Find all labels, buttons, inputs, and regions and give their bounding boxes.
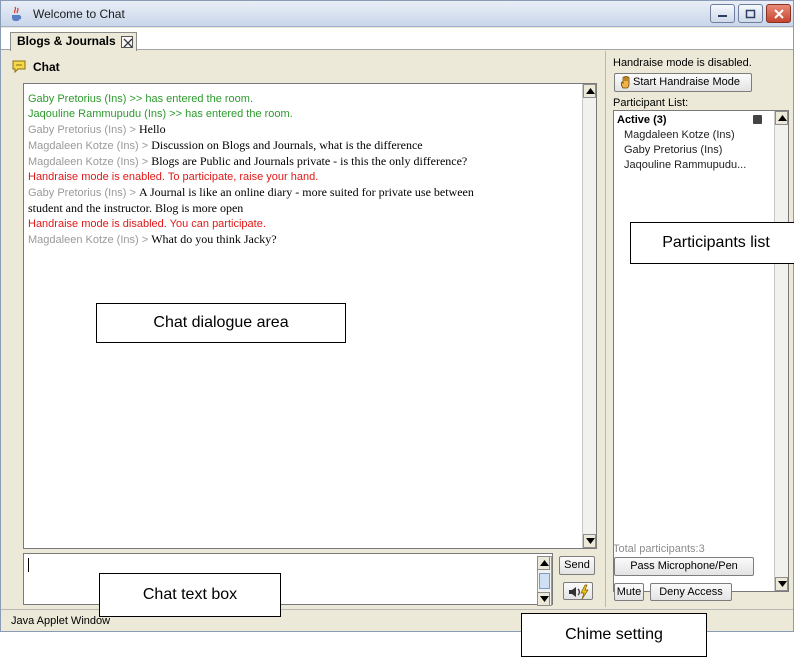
chime-setting-button[interactable] [563, 582, 593, 600]
arrow-down-icon [540, 596, 549, 602]
maximize-icon [745, 9, 756, 19]
speaker-chime-icon [569, 584, 589, 600]
chat-message: Magdaleen Kotze (Ins) > What do you thin… [28, 232, 580, 248]
chat-message: Jaqouline Rammupudu (Ins) >> has entered… [28, 108, 293, 120]
callout-chime: Chime setting [521, 613, 707, 657]
input-scrollbar[interactable] [537, 556, 552, 606]
participant-item[interactable]: Gaby Pretorius (Ins) [624, 144, 722, 156]
scroll-up-button[interactable] [775, 111, 788, 125]
minimize-button[interactable] [710, 4, 735, 23]
java-cup-icon [12, 6, 22, 21]
participant-scrollbar[interactable] [774, 111, 788, 591]
maximize-button[interactable] [738, 4, 763, 23]
scroll-down-button[interactable] [775, 577, 788, 591]
tab-strip: Blogs & Journals [1, 28, 793, 51]
chat-header-label: Chat [33, 60, 60, 74]
minimize-icon [718, 15, 727, 17]
message-list: Gaby Pretorius (Ins) >> has entered the … [28, 92, 580, 248]
speech-bubble-icon [12, 60, 26, 74]
chat-message: Magdaleen Kotze (Ins) > Discussion on Bl… [28, 138, 580, 154]
message-text: student and the instructor. Blog is more… [28, 201, 244, 215]
close-icon [774, 9, 784, 19]
tab-label: Blogs & Journals [17, 34, 116, 48]
scroll-up-button[interactable] [583, 84, 596, 98]
message-sender: Gaby Pretorius (Ins) > [28, 124, 136, 136]
message-text: What do you think Jacky? [151, 232, 277, 246]
chat-message: Gaby Pretorius (Ins) >> has entered the … [28, 93, 254, 105]
deny-access-button[interactable]: Deny Access [650, 583, 732, 601]
active-group-header: Active (3) [617, 114, 667, 126]
chat-message: Magdaleen Kotze (Ins) > Blogs are Public… [28, 154, 580, 170]
participant-list-label: Participant List: [613, 97, 689, 109]
close-icon [123, 38, 133, 48]
chat-message: Gaby Pretorius (Ins) > A Journal is like… [28, 185, 580, 201]
callout-participants: Participants list [630, 222, 794, 264]
arrow-up-icon [778, 115, 787, 121]
chat-scrollbar[interactable] [582, 84, 596, 548]
message-text: Discussion on Blogs and Journals, what i… [151, 138, 423, 152]
close-window-button[interactable] [766, 4, 791, 23]
chat-message: Handraise mode is disabled. You can part… [28, 218, 266, 230]
callout-chat-area: Chat dialogue area [96, 303, 346, 343]
message-text: Hello [138, 122, 166, 136]
group-collapse-icon[interactable] [753, 115, 762, 124]
tab-blogs-journals[interactable]: Blogs & Journals [10, 32, 137, 51]
raised-hand-icon [620, 76, 630, 89]
handraise-status: Handraise mode is disabled. [613, 57, 752, 69]
callout-text-box: Chat text box [99, 573, 281, 617]
participant-item[interactable]: Magdaleen Kotze (Ins) [624, 129, 735, 141]
text-caret [28, 558, 29, 572]
scroll-down-button[interactable] [583, 534, 596, 548]
total-participants: Total participants:3 [613, 543, 705, 555]
message-sender: Magdaleen Kotze (Ins) > [28, 140, 149, 152]
mute-button[interactable]: Mute [614, 583, 644, 601]
participants-panel: Handraise mode is disabled. Start Handra… [605, 51, 793, 607]
chat-message: student and the instructor. Blog is more… [28, 201, 580, 217]
input-scroll-down-button[interactable] [537, 592, 550, 606]
title-bar: Welcome to Chat [1, 1, 793, 27]
start-handraise-button[interactable]: Start Handraise Mode [614, 73, 752, 92]
send-button[interactable]: Send [559, 556, 595, 575]
message-text: A Journal is like an online diary - more… [138, 185, 474, 199]
chat-message: Handraise mode is enabled. To participat… [28, 171, 319, 183]
pass-microphone-button[interactable]: Pass Microphone/Pen [614, 557, 754, 576]
participant-item[interactable]: Jaqouline Rammupudu... [624, 159, 746, 171]
participant-list[interactable]: Active (3) Magdaleen Kotze (Ins) Gaby Pr… [613, 110, 789, 592]
start-handraise-label: Start Handraise Mode [633, 76, 740, 88]
applet-status-text: Java Applet Window [11, 615, 111, 627]
arrow-up-icon [586, 88, 595, 94]
window-title: Welcome to Chat [33, 7, 125, 21]
message-sender: Gaby Pretorius (Ins) > [28, 187, 136, 199]
tab-close-button[interactable] [120, 36, 133, 48]
message-sender: Magdaleen Kotze (Ins) > [28, 156, 149, 168]
input-scroll-up-button[interactable] [537, 556, 550, 570]
message-sender: Magdaleen Kotze (Ins) > [28, 234, 149, 246]
arrow-up-icon [540, 560, 549, 566]
arrow-down-icon [778, 581, 787, 587]
chat-message: Gaby Pretorius (Ins) > Hello [28, 122, 580, 138]
arrow-down-icon [586, 538, 595, 544]
input-scroll-thumb[interactable] [539, 573, 550, 589]
message-text: Blogs are Public and Journals private - … [151, 154, 468, 168]
